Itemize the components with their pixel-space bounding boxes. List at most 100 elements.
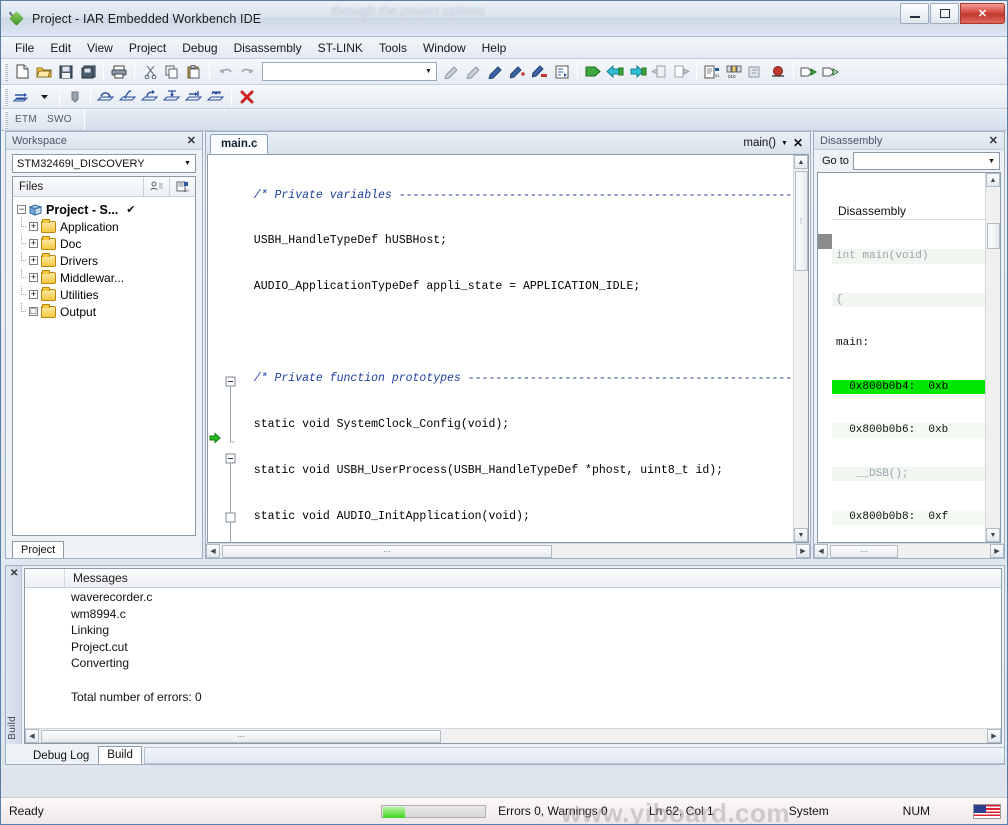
disassembly-hscroll-thumb[interactable]: ⋯ — [830, 544, 898, 558]
menu-st-link[interactable]: ST-LINK — [310, 39, 371, 57]
scroll-right-icon[interactable]: ▶ — [990, 544, 1004, 558]
tree-item-doc[interactable]: + Doc — [13, 235, 195, 252]
menu-debug[interactable]: Debug — [174, 39, 225, 57]
tree-item-middleware[interactable]: + Middlewar... — [13, 269, 195, 286]
menu-window[interactable]: Window — [415, 39, 474, 57]
project-selector-dropdown[interactable]: STM32469I_DISCOVERY ▼ — [12, 154, 196, 173]
function-selector-value[interactable]: main() — [743, 137, 776, 149]
goto-bookmark-icon[interactable] — [551, 62, 573, 82]
run-icon[interactable] — [798, 62, 820, 82]
step-over-icon[interactable] — [95, 87, 117, 107]
menu-edit[interactable]: Edit — [42, 39, 79, 57]
find-icon[interactable] — [441, 62, 463, 82]
tree-item-output[interactable]: □ Output — [13, 303, 195, 320]
tree-expander[interactable]: + — [29, 256, 38, 265]
tab-debug-log[interactable]: Debug Log — [24, 747, 98, 764]
add-bookmark-icon[interactable] — [507, 62, 529, 82]
paste-icon[interactable] — [183, 62, 205, 82]
tree-item-application[interactable]: + Application — [13, 218, 195, 235]
print-icon[interactable] — [108, 62, 130, 82]
reset-dropdown-icon[interactable] — [33, 87, 55, 107]
tab-main-c[interactable]: main.c — [210, 134, 269, 154]
editor-gutter[interactable] — [208, 155, 222, 542]
step-into-icon[interactable] — [117, 87, 139, 107]
navigate-forward-icon[interactable] — [626, 62, 648, 82]
scroll-right-icon[interactable]: ▶ — [987, 729, 1001, 743]
reset-icon[interactable] — [11, 87, 33, 107]
debug-icon[interactable] — [820, 62, 842, 82]
editor-scroll-thumb[interactable]: ⋮ — [794, 171, 808, 271]
two-column-icon[interactable] — [143, 177, 169, 196]
scroll-right-icon[interactable]: ▶ — [796, 544, 810, 558]
remove-bookmark-icon[interactable] — [529, 62, 551, 82]
mixed-mode-icon[interactable]: 010 — [723, 62, 745, 82]
next-statement-icon[interactable] — [161, 87, 183, 107]
find-combo[interactable]: ▼ — [262, 62, 437, 81]
editor-horizontal-scrollbar[interactable]: ◀ ⋯ ▶ — [206, 543, 810, 558]
scroll-left-icon[interactable]: ◀ — [814, 544, 828, 558]
editor-vertical-scrollbar[interactable]: ▲ ⋮ ▼ — [793, 155, 808, 542]
scroll-up-icon[interactable]: ▲ — [794, 155, 808, 169]
disassembly-close-icon[interactable]: ✕ — [989, 134, 998, 147]
build-hscroll-thumb[interactable]: ⋯ — [41, 729, 441, 743]
disassembly-vertical-scrollbar[interactable]: ▲ ▼ — [985, 173, 1000, 542]
navigate-back-icon[interactable] — [604, 62, 626, 82]
tree-expander[interactable]: + — [29, 273, 38, 282]
find-next-icon[interactable] — [463, 62, 485, 82]
menu-view[interactable]: View — [79, 39, 121, 57]
goto-input[interactable]: ▼ — [852, 152, 1000, 170]
toolbar-grip[interactable] — [4, 62, 8, 81]
redo-icon[interactable] — [236, 62, 258, 82]
editor-hscroll-thumb[interactable]: ⋯ — [222, 544, 552, 558]
build-horizontal-scrollbar[interactable]: ◀ ⋯ ▶ — [25, 728, 1001, 743]
tree-expander[interactable]: □ — [29, 307, 38, 316]
tree-expander[interactable]: − — [17, 205, 26, 214]
swo-button[interactable]: SWO — [43, 113, 76, 126]
menu-tools[interactable]: Tools — [371, 39, 415, 57]
menu-file[interactable]: File — [7, 39, 42, 57]
menu-help[interactable]: Help — [474, 39, 515, 57]
editor-fold-margin[interactable] — [222, 155, 238, 542]
copy-icon[interactable] — [161, 62, 183, 82]
scroll-left-icon[interactable]: ◀ — [25, 729, 39, 743]
editor-close-icon[interactable]: ✕ — [793, 136, 803, 150]
break-icon[interactable] — [64, 87, 86, 107]
menu-project[interactable]: Project — [121, 39, 174, 57]
tab-build[interactable]: Build — [98, 746, 142, 764]
save-all-icon[interactable] — [77, 62, 99, 82]
open-file-icon[interactable] — [33, 62, 55, 82]
build-close-icon[interactable]: ✕ — [10, 568, 18, 579]
step-icon[interactable] — [745, 62, 767, 82]
save-icon[interactable] — [55, 62, 77, 82]
close-button[interactable]: ✕ — [960, 3, 1005, 24]
toggle-source-icon[interactable]: 01 — [701, 62, 723, 82]
tree-expander[interactable]: + — [29, 222, 38, 231]
cut-icon[interactable] — [139, 62, 161, 82]
maximize-button[interactable] — [930, 3, 959, 24]
scroll-down-icon[interactable]: ▼ — [986, 528, 1000, 542]
compile-icon[interactable] — [582, 62, 604, 82]
build-message-list[interactable]: waverecorder.c wm8994.c Linking Project.… — [25, 588, 1001, 728]
undo-icon[interactable] — [214, 62, 236, 82]
tab-project[interactable]: Project — [12, 541, 65, 558]
etm-button[interactable]: ETM — [11, 113, 41, 126]
scroll-left-icon[interactable]: ◀ — [206, 544, 220, 558]
workspace-close-icon[interactable]: ✕ — [187, 134, 196, 147]
stop-debug-icon[interactable] — [236, 87, 258, 107]
tree-item-utilities[interactable]: + Utilities — [13, 286, 195, 303]
debug-toolbar-grip[interactable] — [4, 87, 8, 106]
tree-expander[interactable]: + — [29, 290, 38, 299]
disassembly-marker-gutter[interactable] — [818, 173, 832, 542]
menu-disassembly[interactable]: Disassembly — [226, 39, 310, 57]
new-file-icon[interactable] — [11, 62, 33, 82]
go-icon[interactable] — [205, 87, 227, 107]
prev-file-icon[interactable] — [648, 62, 670, 82]
chevron-down-icon[interactable]: ▼ — [781, 140, 788, 147]
disassembly-scroll-thumb[interactable] — [986, 223, 1000, 249]
scroll-down-icon[interactable]: ▼ — [794, 528, 808, 542]
find-in-files-icon[interactable] — [485, 62, 507, 82]
tree-expander[interactable]: + — [29, 239, 38, 248]
run-to-cursor-icon[interactable] — [183, 87, 205, 107]
disassembly-horizontal-scrollbar[interactable]: ◀ ⋯ ▶ — [814, 543, 1004, 558]
tree-item-drivers[interactable]: + Drivers — [13, 252, 195, 269]
